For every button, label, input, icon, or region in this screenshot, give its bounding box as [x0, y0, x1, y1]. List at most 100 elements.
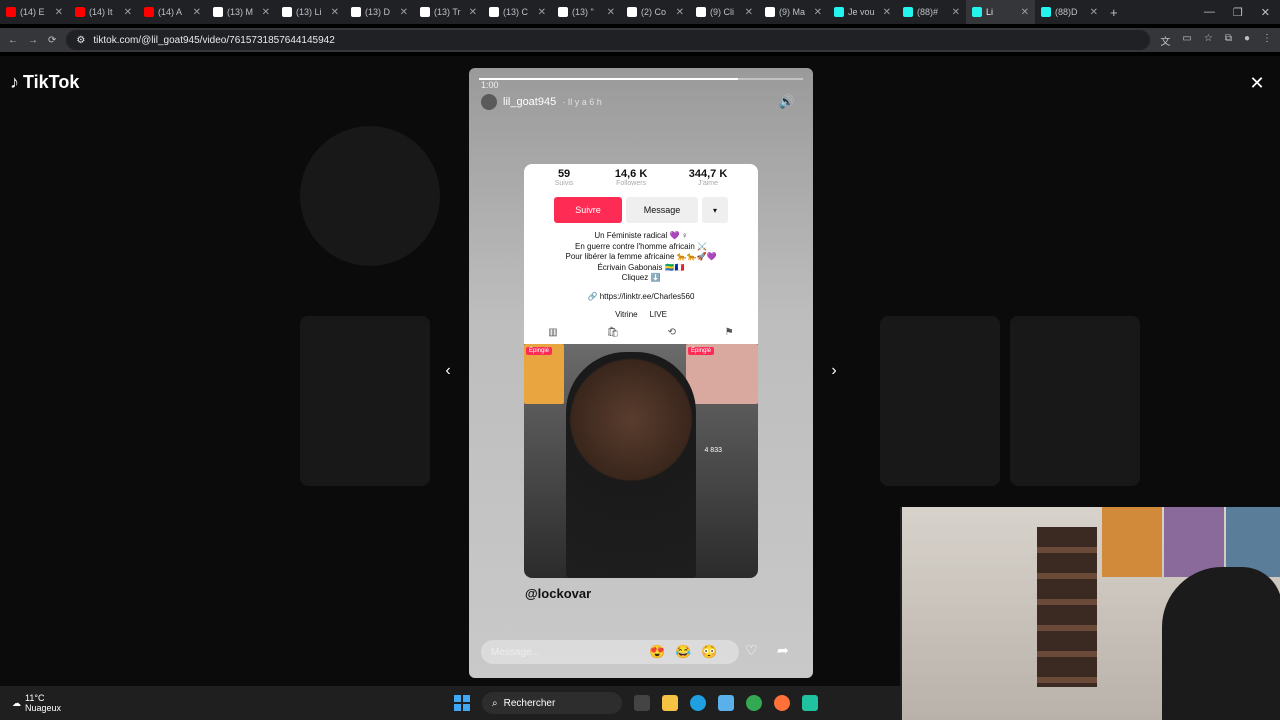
- task-view-icon[interactable]: [634, 695, 650, 711]
- tab-close-icon[interactable]: ✕: [469, 7, 477, 18]
- mention-label[interactable]: @lockovar: [525, 586, 591, 601]
- bio-line: Un Féministe radical 💜 ♀: [594, 231, 688, 240]
- reload-icon[interactable]: ⟳: [48, 35, 56, 46]
- close-story-icon[interactable]: ✕: [1246, 72, 1268, 94]
- reaction-emoji-button[interactable]: 😍: [649, 644, 665, 660]
- tab-title: Je vou: [848, 7, 875, 17]
- forward-icon[interactable]: →: [28, 35, 38, 46]
- browser-tab[interactable]: Je vou ✕: [828, 0, 897, 24]
- cast-icon[interactable]: ▭: [1182, 33, 1191, 48]
- progress-fill: [479, 78, 739, 80]
- tab-title: (9) Ma: [779, 7, 806, 17]
- browser-tab[interactable]: (13) D ✕: [345, 0, 414, 24]
- story-viewer: 1:00 lil_goat945 · Il y a 6 h 🔊 59 Suivis…: [469, 68, 813, 678]
- minimize-icon[interactable]: —: [1204, 6, 1215, 19]
- edge-icon[interactable]: [690, 695, 706, 711]
- tab-close-icon[interactable]: ✕: [55, 7, 63, 18]
- next-story-icon[interactable]: ›: [824, 361, 844, 381]
- start-icon[interactable]: [454, 695, 470, 711]
- tab-close-icon[interactable]: ✕: [400, 7, 408, 18]
- tab-favicon-icon: [765, 7, 775, 17]
- tab-close-icon[interactable]: ✕: [607, 7, 615, 18]
- maximize-icon[interactable]: ❐: [1233, 6, 1243, 19]
- tab-close-icon[interactable]: ✕: [193, 7, 201, 18]
- tab-close-icon[interactable]: ✕: [331, 7, 339, 18]
- translate-icon[interactable]: 文: [1160, 33, 1170, 48]
- menu-icon[interactable]: ⋮: [1262, 33, 1272, 48]
- tab-close-icon[interactable]: ✕: [883, 7, 891, 18]
- profile-bio: Un Féministe radical 💜 ♀ En guerre contre…: [524, 231, 758, 284]
- tiktok-brand: TikTok: [23, 72, 80, 92]
- tab-title: (13) Tr: [434, 7, 461, 17]
- tiktok-logo[interactable]: ♪ TikTok: [10, 72, 79, 93]
- extensions-icon[interactable]: ⧉: [1225, 33, 1232, 48]
- tab-close-icon[interactable]: ✕: [1090, 7, 1098, 18]
- omnibox[interactable]: ⚙ tiktok.com/@lil_goat945/video/76157318…: [66, 30, 1151, 50]
- profile-link: 🔗 https://linktr.ee/Charles560: [587, 291, 695, 301]
- volume-icon[interactable]: 🔊: [779, 94, 795, 110]
- tab-close-icon[interactable]: ✕: [814, 7, 822, 18]
- browser-tab[interactable]: (13) " ✕: [552, 0, 621, 24]
- browser-tab[interactable]: (14) It ✕: [69, 0, 138, 24]
- profile-icon[interactable]: ●: [1244, 33, 1250, 48]
- back-icon[interactable]: ←: [8, 35, 18, 46]
- grid-icon: ▥: [548, 327, 558, 338]
- share-icon[interactable]: ➦: [777, 642, 789, 659]
- browser-tab-bar: (14) E ✕ (14) It ✕ (14) A ✕ (13) M ✕ (13) Li ✕ (13…: [0, 0, 1280, 24]
- stat-value: 59: [557, 168, 571, 180]
- bio-line: Cliquez ⬇️: [621, 273, 661, 282]
- browser-tab[interactable]: (9) Cli ✕: [690, 0, 759, 24]
- tab-close-icon[interactable]: ✕: [262, 7, 270, 18]
- profile-tabs: ▥ 🛍 ⟲ ⚑: [524, 327, 758, 338]
- tab-title: (13) C: [503, 7, 529, 17]
- taskbar-search[interactable]: ⌕ Rechercher: [482, 692, 622, 714]
- stat-value: 14,6 K: [614, 168, 648, 180]
- browser-tab[interactable]: (88)# ✕: [897, 0, 966, 24]
- tab-close-icon[interactable]: ✕: [538, 7, 546, 18]
- story-username[interactable]: lil_goat945: [503, 96, 556, 108]
- store-icon[interactable]: [718, 695, 734, 711]
- browser-tab[interactable]: (13) C ✕: [483, 0, 552, 24]
- story-time: 1:00: [481, 80, 499, 90]
- avatar[interactable]: [481, 94, 497, 110]
- browser-tab[interactable]: Li ✕: [966, 0, 1035, 24]
- browser-tab[interactable]: (14) A ✕: [138, 0, 207, 24]
- tab-title: (13) Li: [296, 7, 322, 17]
- app-icon[interactable]: [802, 695, 818, 711]
- tab-favicon-icon: [558, 7, 568, 17]
- tab-title: (14) A: [158, 7, 183, 17]
- tab-title: (13) M: [227, 7, 254, 17]
- streamer: [1162, 567, 1280, 720]
- reaction-emoji-button[interactable]: 😂: [675, 644, 691, 660]
- browser-tab[interactable]: (88)D ✕: [1035, 0, 1104, 24]
- file-explorer-icon[interactable]: [662, 695, 678, 711]
- browser-tab[interactable]: (9) Ma ✕: [759, 0, 828, 24]
- tab-close-icon[interactable]: ✕: [676, 7, 684, 18]
- browser-tab[interactable]: (13) M ✕: [207, 0, 276, 24]
- site-info-icon[interactable]: ⚙: [76, 35, 85, 46]
- tab-strip: (14) E ✕ (14) It ✕ (14) A ✕ (13) M ✕ (13) Li ✕ (13…: [0, 0, 1104, 24]
- close-window-icon[interactable]: ✕: [1261, 6, 1270, 19]
- blurred-tile: [1010, 316, 1140, 486]
- chrome-icon[interactable]: [746, 695, 762, 711]
- heart-icon[interactable]: ♡: [745, 642, 758, 659]
- tab-close-icon[interactable]: ✕: [124, 7, 132, 18]
- firefox-icon[interactable]: [774, 695, 790, 711]
- tab-close-icon[interactable]: ✕: [745, 7, 753, 18]
- profile-stat: 14,6 K Followers: [615, 168, 647, 187]
- prev-story-icon[interactable]: ‹: [438, 361, 458, 381]
- tiktok-note-icon: ♪: [10, 72, 19, 92]
- browser-tab[interactable]: (2) Co ✕: [621, 0, 690, 24]
- tab-favicon-icon: [627, 7, 637, 17]
- browser-tab[interactable]: (14) E ✕: [0, 0, 69, 24]
- browser-tab[interactable]: (13) Li ✕: [276, 0, 345, 24]
- tab-close-icon[interactable]: ✕: [1021, 7, 1029, 18]
- new-tab-button[interactable]: +: [1110, 5, 1118, 20]
- tab-favicon-icon: [696, 7, 706, 17]
- tab-close-icon[interactable]: ✕: [952, 7, 960, 18]
- message-button: Message: [626, 197, 698, 223]
- browser-tab[interactable]: (13) Tr ✕: [414, 0, 483, 24]
- weather-widget[interactable]: ☁ 11°C Nuageux: [12, 693, 61, 713]
- reaction-emoji-button[interactable]: 😳: [701, 644, 717, 660]
- bookmark-star-icon[interactable]: ☆: [1204, 33, 1213, 48]
